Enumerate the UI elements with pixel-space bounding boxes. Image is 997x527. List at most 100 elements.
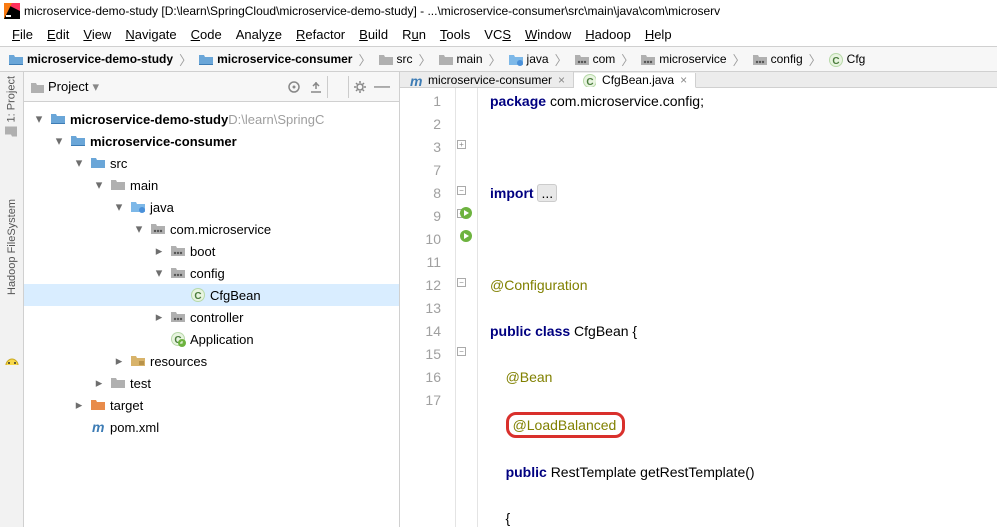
source-folder-icon [130, 199, 146, 215]
tree-toggle[interactable]: ▸ [112, 354, 126, 368]
breadcrumb-item[interactable]: src [374, 52, 417, 67]
line-number[interactable]: 13 [400, 297, 441, 320]
menu-edit[interactable]: Edit [41, 25, 75, 44]
line-number[interactable]: 2 [400, 113, 441, 136]
tree-node[interactable]: ▾java [24, 196, 399, 218]
tree-node[interactable]: ▸target [24, 394, 399, 416]
package-icon [150, 221, 166, 237]
breadcrumb-item[interactable]: microservice-demo-study [4, 52, 177, 67]
tree-node[interactable]: ▸boot [24, 240, 399, 262]
tree-node[interactable]: ▾config [24, 262, 399, 284]
tree-toggle[interactable]: ▾ [72, 156, 86, 170]
tree-toggle[interactable]: ▾ [92, 178, 106, 192]
menu-hadoop[interactable]: Hadoop [579, 25, 637, 44]
breadcrumb-label: java [527, 52, 549, 66]
tree-node[interactable]: ▾com.microservice [24, 218, 399, 240]
editor-area: microservice-consumer×CfgBean.java× 12−+… [400, 72, 997, 527]
intellij-icon [4, 3, 20, 19]
menu-vcs[interactable]: VCS [478, 25, 517, 44]
run-gutter-icon[interactable] [458, 205, 474, 221]
menu-build[interactable]: Build [353, 25, 394, 44]
tree-node[interactable]: ▾src [24, 152, 399, 174]
tree-toggle[interactable]: ▾ [152, 266, 166, 280]
menu-file[interactable]: File [6, 25, 39, 44]
tree-node[interactable]: ▾microservice-demo-study D:\learn\Spring… [24, 108, 399, 130]
tree-toggle[interactable]: ▾ [52, 134, 66, 148]
package-icon [640, 52, 655, 67]
breadcrumb-item[interactable]: microservice-consumer [194, 52, 356, 67]
code-area[interactable]: 12−+37−8−91011−121314−151617 package com… [400, 88, 997, 527]
line-number[interactable]: 1 [400, 90, 441, 113]
breadcrumb-item[interactable]: com [570, 52, 620, 67]
tree-toggle[interactable]: ▸ [72, 398, 86, 412]
line-gutter[interactable]: 12−+37−8−91011−121314−151617 [400, 88, 456, 527]
line-number[interactable]: 16 [400, 366, 441, 389]
package-icon [170, 243, 186, 259]
tree-node[interactable]: ▾main [24, 174, 399, 196]
tree-toggle[interactable]: ▸ [92, 376, 106, 390]
line-number[interactable]: 3 [400, 136, 441, 159]
line-number[interactable]: 15 [400, 343, 441, 366]
breadcrumb-item[interactable]: java [504, 52, 553, 67]
menu-analyze[interactable]: Analyze [230, 25, 288, 44]
line-number[interactable]: 9 [400, 205, 441, 228]
tree-toggle[interactable]: ▾ [112, 200, 126, 214]
project-tree[interactable]: ▾microservice-demo-study D:\learn\Spring… [24, 102, 399, 444]
menu-navigate[interactable]: Navigate [119, 25, 182, 44]
project-panel-title[interactable]: Project [48, 79, 88, 94]
line-number[interactable]: 17 [400, 389, 441, 412]
breadcrumb-item[interactable]: main [434, 52, 487, 67]
breadcrumb-item[interactable]: microservice [636, 52, 730, 67]
gutter-marks [456, 88, 478, 527]
settings-button[interactable] [349, 76, 371, 98]
menu-view[interactable]: View [77, 25, 117, 44]
breadcrumb-item[interactable]: Cfg [824, 52, 870, 67]
line-number[interactable]: 14 [400, 320, 441, 343]
menu-run[interactable]: Run [396, 25, 432, 44]
spring-run-icon [170, 331, 186, 347]
chevron-right-icon: 〉 [733, 50, 746, 69]
tree-toggle[interactable]: ▸ [152, 244, 166, 258]
tree-path: D:\learn\SpringC [228, 112, 324, 127]
menu-refactor[interactable]: Refactor [290, 25, 351, 44]
chevron-right-icon: 〉 [489, 50, 502, 69]
locate-button[interactable] [283, 76, 305, 98]
tree-node[interactable]: ▸test [24, 372, 399, 394]
menu-code[interactable]: Code [185, 25, 228, 44]
tree-node[interactable]: pom.xml [24, 416, 399, 438]
rail-tab-project[interactable]: 1: Project [5, 76, 18, 139]
divider [327, 76, 349, 98]
tree-node[interactable]: ▸resources [24, 350, 399, 372]
tree-node[interactable]: Application [24, 328, 399, 350]
dropdown-icon[interactable]: ▾ [92, 79, 99, 95]
line-number[interactable]: 12 [400, 274, 441, 297]
line-number[interactable]: 7 [400, 159, 441, 182]
menu-window[interactable]: Window [519, 25, 577, 44]
line-number[interactable]: 11 [400, 251, 441, 274]
menu-help[interactable]: Help [639, 25, 678, 44]
code-content[interactable]: package com.microservice.config; import … [478, 88, 997, 527]
chevron-right-icon: 〉 [179, 50, 192, 69]
tree-toggle[interactable]: ▸ [152, 310, 166, 324]
run-gutter-icon[interactable] [458, 228, 474, 244]
rail-tab-hadoop[interactable]: Hadoop FileSystem [6, 199, 18, 295]
menu-tools[interactable]: Tools [434, 25, 476, 44]
breadcrumb-label: main [457, 52, 483, 66]
tree-label: pom.xml [110, 420, 159, 435]
tree-node[interactable]: ▾microservice-consumer [24, 130, 399, 152]
tree-toggle[interactable]: ▾ [32, 112, 46, 126]
tree-toggle[interactable]: ▾ [132, 222, 146, 236]
tree-node[interactable]: ▸controller [24, 306, 399, 328]
close-tab-icon[interactable]: × [680, 73, 687, 87]
hide-button[interactable]: — [371, 76, 393, 98]
breadcrumb-item[interactable]: config [748, 52, 807, 67]
class-c-icon [190, 287, 206, 303]
line-number[interactable]: 8 [400, 182, 441, 205]
close-tab-icon[interactable]: × [558, 73, 565, 87]
editor-tab[interactable]: CfgBean.java× [574, 73, 696, 88]
tree-node[interactable]: CfgBean [24, 284, 399, 306]
folder-icon [5, 126, 18, 139]
collapse-button[interactable] [305, 76, 327, 98]
editor-tab[interactable]: microservice-consumer× [400, 72, 574, 87]
line-number[interactable]: 10 [400, 228, 441, 251]
